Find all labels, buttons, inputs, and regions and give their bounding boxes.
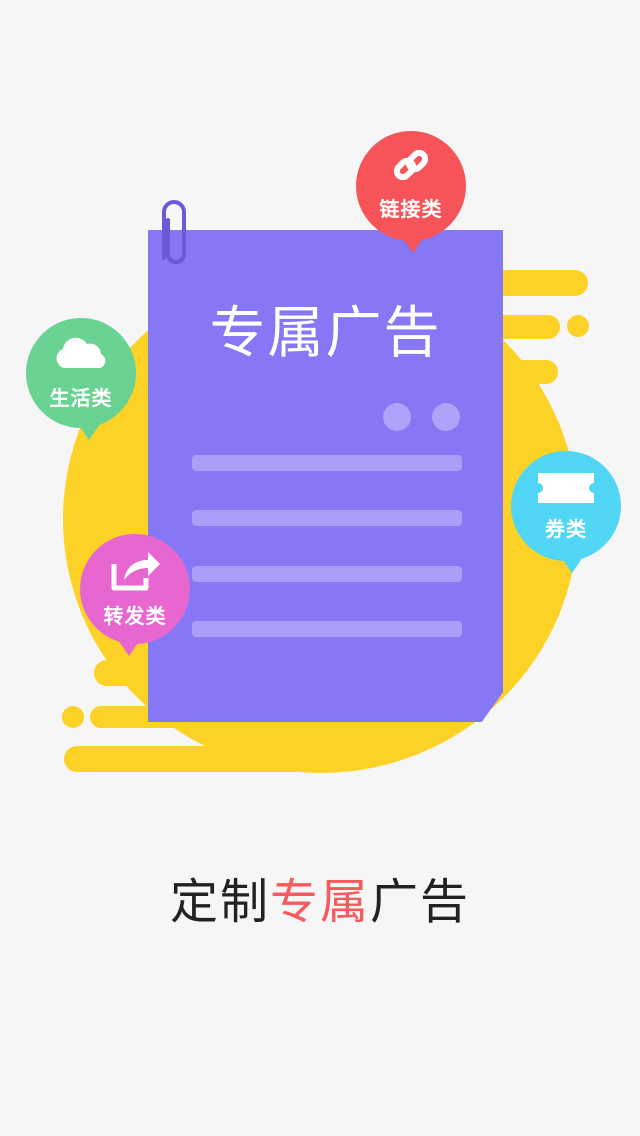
life-category-bubble: 生活类 bbox=[26, 318, 136, 440]
paper-dot bbox=[432, 403, 460, 431]
caption-highlight: 专属 bbox=[269, 874, 370, 930]
speed-dot bbox=[567, 315, 589, 337]
link-category-bubble: 链接类 bbox=[356, 131, 466, 253]
bubble-tail bbox=[118, 640, 140, 656]
link-category-label: 链接类 bbox=[379, 197, 443, 221]
bubble-tail bbox=[402, 237, 424, 253]
feature-caption: 定制专属广告 bbox=[0, 862, 640, 932]
paper-text-line bbox=[192, 455, 462, 471]
paper-text-line bbox=[192, 566, 462, 582]
onboarding-screen: 专属广告 链接类 生活类 券类 转发类 定制专属广告 bbox=[0, 0, 640, 1136]
paperclip-icon bbox=[162, 200, 186, 264]
speed-dot bbox=[62, 706, 84, 728]
paper-title: 专属广告 bbox=[209, 301, 442, 366]
paper-text-line bbox=[192, 510, 462, 526]
share-category-bubble: 转发类 bbox=[80, 534, 190, 656]
bubble-tail bbox=[561, 557, 583, 573]
caption-prefix: 定制 bbox=[169, 874, 270, 930]
cloud-icon bbox=[56, 337, 106, 368]
bubble-tail bbox=[78, 424, 100, 440]
coupon-category-bubble: 券类 bbox=[511, 451, 621, 573]
coupon-category-label: 券类 bbox=[545, 517, 587, 541]
share-icon bbox=[111, 552, 160, 591]
life-category-label: 生活类 bbox=[49, 386, 113, 410]
speed-line bbox=[500, 360, 558, 384]
caption-suffix: 广告 bbox=[370, 874, 471, 930]
paper-dot bbox=[383, 403, 411, 431]
speed-line bbox=[64, 746, 324, 772]
link-icon bbox=[393, 149, 429, 181]
ticket-icon bbox=[538, 473, 594, 503]
share-category-label: 转发类 bbox=[103, 604, 167, 628]
document-paper: 专属广告 bbox=[148, 230, 503, 722]
paper-text-line bbox=[192, 621, 462, 637]
